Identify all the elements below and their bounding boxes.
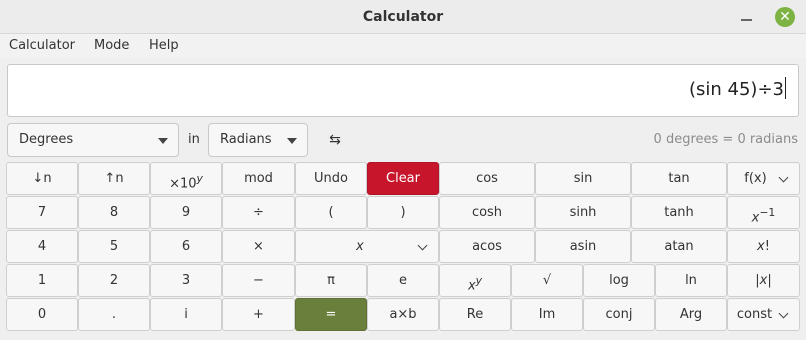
divide-button[interactable]: ÷ (222, 196, 295, 229)
factorial-bang: ! (764, 239, 770, 254)
tanh-button[interactable]: tanh (631, 196, 727, 229)
shift-up-button[interactable]: ↑n (78, 162, 150, 195)
text-caret (785, 77, 786, 99)
conjugate-button[interactable]: conj (583, 298, 655, 331)
dropdown-arrow-icon (287, 138, 297, 144)
cos-button[interactable]: cos (439, 162, 535, 195)
expression-text: (sin 45)÷3 (689, 77, 786, 100)
function-button[interactable]: f(x) (727, 162, 800, 195)
atan-button[interactable]: atan (631, 230, 727, 263)
unit-conversion-bar: Degrees in Radians ⇆ 0 degrees = 0 radia… (0, 123, 806, 157)
multiply-button[interactable]: × (222, 230, 295, 263)
digit-9-button[interactable]: 9 (150, 196, 222, 229)
exponent-10-button[interactable]: ×10y (150, 162, 222, 195)
constants-button[interactable]: const (727, 298, 800, 331)
from-unit-value: Degrees (19, 132, 74, 147)
log-button[interactable]: log (583, 264, 655, 297)
menu-calculator[interactable]: Calculator (9, 34, 75, 58)
imaginary-button[interactable]: i (150, 298, 222, 331)
menu-bar: Calculator Mode Help (0, 34, 806, 58)
factorial-x: x (757, 239, 765, 254)
power-base: x (467, 278, 476, 294)
dropdown-arrow-icon (158, 138, 168, 144)
expression-display[interactable]: (sin 45)÷3 (7, 64, 799, 117)
chevron-down-icon (778, 308, 789, 319)
digit-3-button[interactable]: 3 (150, 264, 222, 297)
pi-button[interactable]: π (295, 264, 367, 297)
digit-4-button[interactable]: 4 (6, 230, 78, 263)
acos-button[interactable]: acos (439, 230, 535, 263)
conversion-in-label: in (188, 132, 200, 147)
menu-help[interactable]: Help (149, 34, 179, 58)
chevron-down-icon (778, 172, 789, 183)
digit-8-button[interactable]: 8 (78, 196, 150, 229)
abs-right: | (767, 273, 772, 288)
imaginary-part-button[interactable]: Im (511, 298, 583, 331)
tan-button[interactable]: tan (631, 162, 727, 195)
expression-value: (sin 45)÷3 (689, 79, 784, 100)
real-part-button[interactable]: Re (439, 298, 511, 331)
digit-1-button[interactable]: 1 (6, 264, 78, 297)
function-label: f(x) (744, 171, 767, 186)
keypad: ↓n ↑n ×10y mod Undo Clear cos sin tan f(… (6, 162, 800, 334)
digit-2-button[interactable]: 2 (78, 264, 150, 297)
swap-units-icon[interactable]: ⇆ (322, 127, 348, 153)
digit-5-button[interactable]: 5 (78, 230, 150, 263)
sin-button[interactable]: sin (535, 162, 631, 195)
undo-button[interactable]: Undo (295, 162, 367, 195)
power-button[interactable]: xy (439, 264, 511, 297)
decimal-point-button[interactable]: . (78, 298, 150, 331)
factorial-button[interactable]: x! (727, 230, 800, 263)
add-button[interactable]: + (222, 298, 295, 331)
from-unit-select[interactable]: Degrees (7, 123, 179, 157)
digit-6-button[interactable]: 6 (150, 230, 222, 263)
close-paren-button[interactable]: ) (367, 196, 439, 229)
variable-x-select[interactable]: x (295, 230, 439, 263)
to-unit-select[interactable]: Radians (208, 123, 308, 157)
variable-x-label: x (356, 239, 364, 254)
cosh-button[interactable]: cosh (439, 196, 535, 229)
exponent-10-sup: y (196, 172, 203, 185)
window-title: Calculator (362, 9, 444, 25)
to-unit-value: Radians (220, 132, 272, 147)
inverse-button[interactable]: x−1 (727, 196, 800, 229)
minimize-icon[interactable] (740, 8, 754, 26)
subtract-button[interactable]: − (222, 264, 295, 297)
sqrt-button[interactable]: √ (511, 264, 583, 297)
menu-mode[interactable]: Mode (94, 34, 129, 58)
argument-button[interactable]: Arg (655, 298, 727, 331)
open-paren-button[interactable]: ( (295, 196, 367, 229)
close-icon[interactable]: ✕ (775, 7, 795, 27)
chevron-down-icon (417, 240, 428, 251)
ln-button[interactable]: ln (655, 264, 727, 297)
equals-button[interactable]: = (295, 298, 367, 331)
constants-label: const (736, 307, 773, 322)
bitwise-and-button[interactable]: a×b (367, 298, 439, 331)
abs-button[interactable]: |x| (727, 264, 800, 297)
digit-0-button[interactable]: 0 (6, 298, 78, 331)
euler-button[interactable]: e (367, 264, 439, 297)
exponent-10-base: ×10 (169, 176, 197, 192)
sinh-button[interactable]: sinh (535, 196, 631, 229)
conversion-result: 0 degrees = 0 radians (653, 132, 798, 147)
mod-button[interactable]: mod (222, 162, 295, 195)
title-bar: Calculator ✕ (0, 0, 806, 34)
shift-down-button[interactable]: ↓n (6, 162, 78, 195)
clear-button[interactable]: Clear (367, 162, 439, 195)
digit-7-button[interactable]: 7 (6, 196, 78, 229)
asin-button[interactable]: asin (535, 230, 631, 263)
inverse-sup: −1 (759, 206, 776, 219)
power-sup: y (475, 274, 483, 287)
